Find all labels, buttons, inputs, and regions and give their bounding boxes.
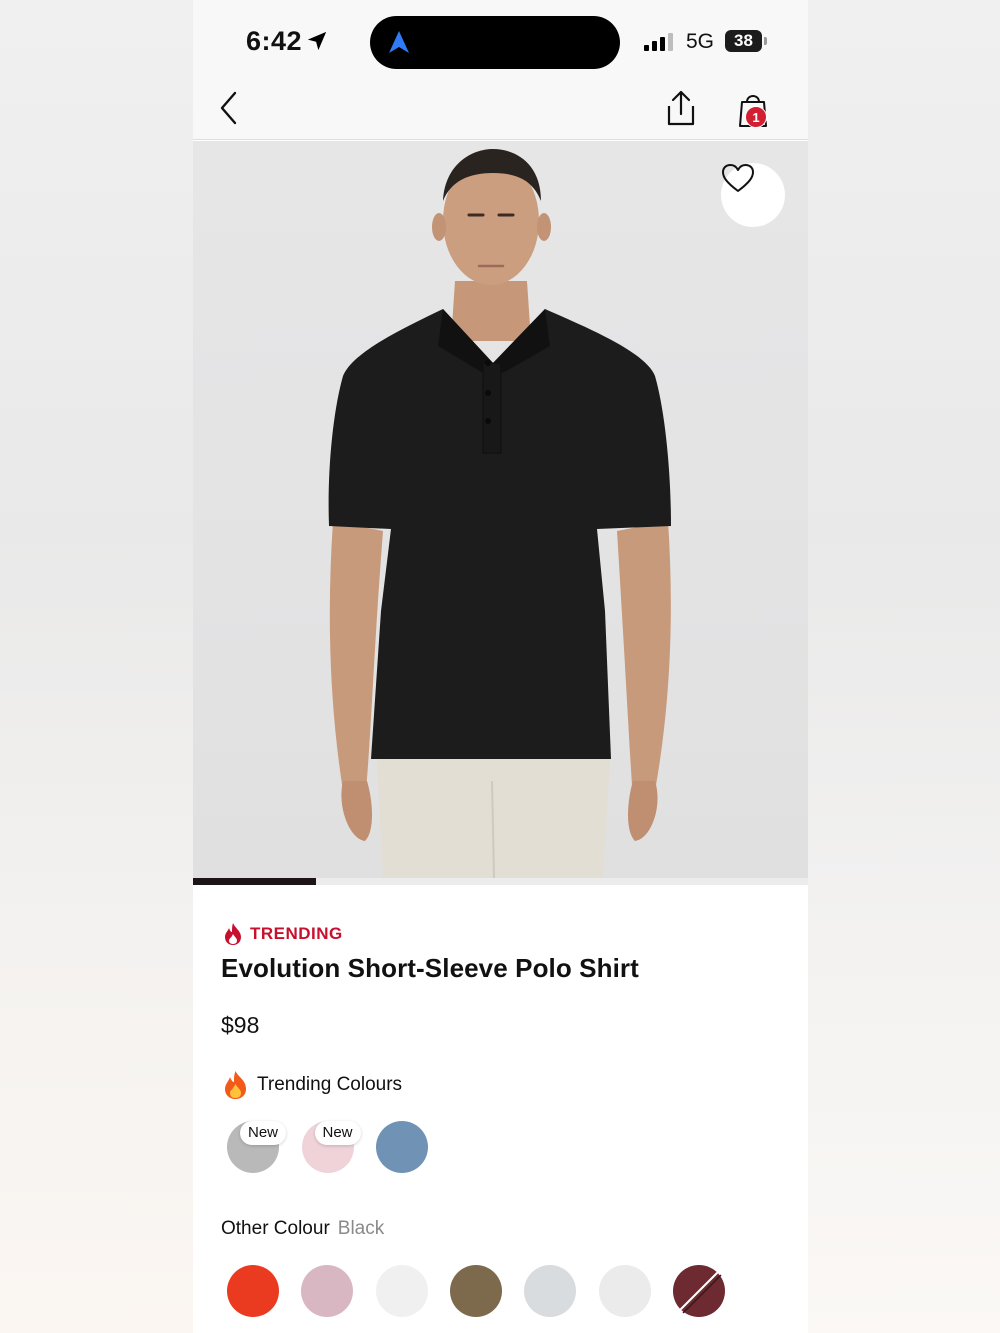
colour-swatch[interactable] — [301, 1265, 354, 1317]
chevron-left-icon — [220, 91, 237, 125]
selected-colour-name: Black — [337, 1218, 385, 1239]
network-type: 5G — [686, 30, 715, 53]
colour-swatch-unavailable[interactable] — [672, 1265, 725, 1317]
navigation-icon — [389, 31, 409, 53]
other-colour-header: Other Colour Black — [221, 1218, 384, 1240]
location-arrow-icon — [307, 31, 327, 51]
product-photo — [328, 149, 671, 878]
battery-icon: 38 — [725, 30, 762, 52]
share-button[interactable] — [661, 88, 701, 128]
colour-swatch[interactable] — [227, 1265, 279, 1317]
favourite-button[interactable] — [721, 163, 785, 227]
dynamic-island — [370, 16, 620, 69]
phone-screen: 6:42 5G 38 1 TRENDING Evolution Short-Sl… — [193, 0, 808, 1333]
trending-colours-label: Trending Colours — [257, 1074, 403, 1095]
heart-icon — [722, 164, 754, 192]
other-colour-label: Other Colour — [221, 1218, 330, 1239]
colour-swatch[interactable] — [598, 1265, 651, 1317]
gallery-progress-bar — [193, 878, 808, 885]
colour-swatch[interactable] — [524, 1265, 577, 1317]
trending-colours-header: Trending Colours — [222, 1070, 402, 1100]
product-price: $98 — [221, 1012, 260, 1038]
battery-tip — [764, 37, 767, 45]
cart-count-badge: 1 — [745, 106, 767, 128]
gallery-progress-fill — [193, 878, 316, 885]
product-title: Evolution Short-Sleeve Polo Shirt — [221, 953, 639, 983]
product-image[interactable] — [193, 141, 808, 878]
back-button[interactable] — [215, 88, 245, 128]
new-tag: New — [240, 1121, 287, 1145]
status-time: 6:42 — [246, 26, 303, 56]
unavailable-strike-icon — [678, 1270, 722, 1314]
colour-swatch[interactable] — [449, 1265, 502, 1317]
share-icon — [667, 90, 695, 126]
trending-colour-swatch[interactable] — [376, 1121, 428, 1173]
background-right — [808, 0, 1000, 1333]
flame-icon — [225, 923, 241, 945]
navigation-bar: 1 — [193, 80, 808, 140]
status-bar: 6:42 5G 38 — [193, 0, 808, 80]
cellular-signal-icon — [644, 33, 676, 51]
colour-swatch[interactable] — [375, 1265, 428, 1317]
trending-badge: TRENDING — [222, 922, 343, 946]
trending-label: TRENDING — [250, 924, 343, 943]
fire-emoji-icon — [225, 1071, 246, 1099]
new-tag: New — [314, 1121, 361, 1145]
background-left — [0, 0, 193, 1333]
